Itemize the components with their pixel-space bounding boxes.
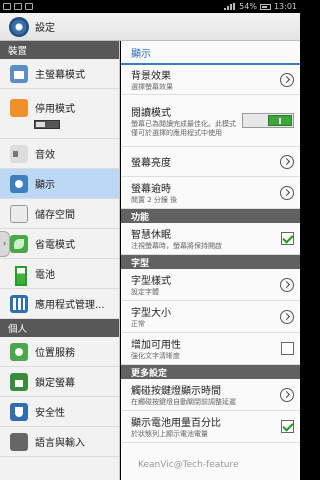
page-title: 設定 — [35, 23, 55, 34]
setting-subtitle: 正常 — [131, 320, 145, 328]
menu-item-language[interactable]: 語言與輸入 — [0, 427, 119, 457]
setting-title: 字型大小 — [131, 308, 171, 319]
chevron-right-icon — [280, 309, 294, 324]
chevron-right-icon — [280, 185, 294, 200]
notification-icon — [3, 3, 11, 10]
menu-item-label: 應用程式管理... — [35, 300, 105, 311]
setting-font-style[interactable]: 字型樣式 設定字體 — [121, 269, 300, 301]
section-header-personal: 個人 — [0, 319, 119, 337]
chevron-right-icon: › — [2, 239, 7, 249]
smart-stay-checkbox[interactable] — [281, 232, 294, 245]
setting-title: 智慧休眠 — [131, 230, 171, 241]
setting-title: 增加可用性 — [131, 340, 181, 351]
power-saving-icon — [10, 98, 28, 117]
battery-icon — [10, 265, 28, 286]
setting-subtitle: 閒置 2 分鐘 後 — [131, 196, 178, 204]
menu-item-display[interactable]: 顯示 — [0, 169, 119, 199]
setting-brightness[interactable]: 螢幕亮度 — [121, 147, 300, 177]
watermark: KeanVic@Tech-feature — [138, 460, 239, 470]
settings-category-list: 裝置 主螢幕模式 停用模式 音效 顯示 儲存空間 省電模式 電池 應用程式管理.… — [0, 41, 120, 480]
setting-smart-stay[interactable]: 智慧休眠 注視螢幕時，螢幕將保持開啟 — [121, 223, 300, 255]
menu-item-lock-screen[interactable]: 鎖定螢幕 — [0, 367, 119, 397]
panel-title: 顯示 — [121, 41, 300, 65]
menu-item-location[interactable]: 位置服務 — [0, 337, 119, 367]
chevron-right-icon — [280, 72, 294, 87]
section-header-function: 功能 — [121, 209, 300, 223]
settings-gear-icon[interactable] — [9, 16, 29, 37]
menu-item-label: 電池 — [35, 270, 55, 281]
menu-item-security[interactable]: 安全性 — [0, 397, 119, 427]
display-icon — [10, 174, 28, 193]
setting-subtitle: 設定字體 — [131, 288, 159, 296]
menu-item-label: 省電模式 — [35, 240, 75, 251]
menu-item-label: 語言與輸入 — [35, 438, 85, 449]
clock: 13:01 — [273, 2, 297, 11]
chevron-right-icon — [280, 387, 294, 402]
setting-battery-percentage[interactable]: 顯示電池用量百分比 於狀態列上顯示電池電量 — [121, 411, 300, 443]
panel-expand-handle[interactable]: › — [0, 231, 10, 257]
blocking-mode-toggle[interactable] — [34, 119, 60, 129]
legibility-checkbox[interactable] — [281, 342, 294, 355]
setting-subtitle: 於狀態列上顯示電池電量 — [131, 430, 208, 438]
location-icon — [10, 342, 28, 361]
leaf-icon — [10, 234, 28, 253]
setting-title: 螢幕亮度 — [131, 158, 171, 169]
setting-title: 背景效果 — [131, 71, 171, 82]
setting-subtitle: 在觸碰按鍵燈自動關閉前調整延遲 — [131, 398, 236, 406]
display-settings-panel: 顯示 背景效果 選擇螢幕效果 閱讀模式 螢幕已為閱讀完成最佳化。此模式僅可於選擇… — [121, 41, 300, 480]
menu-item-label: 位置服務 — [35, 348, 75, 359]
action-bar: 設定 — [0, 13, 300, 41]
toggle-knob — [268, 115, 292, 126]
menu-item-label: 鎖定螢幕 — [35, 378, 75, 389]
menu-item-battery[interactable]: 電池 — [0, 259, 119, 289]
setting-title: 觸碰按鍵燈顯示時間 — [131, 386, 221, 397]
setting-font-size[interactable]: 字型大小 正常 — [121, 301, 300, 333]
menu-item-label: 安全性 — [35, 408, 65, 419]
setting-subtitle: 螢幕已為閱讀完成最佳化。此模式僅可於選擇的應用程式中使用 — [131, 119, 236, 137]
setting-title: 螢幕逾時 — [131, 184, 171, 195]
setting-title: 顯示電池用量百分比 — [131, 418, 221, 429]
lock-icon — [10, 372, 28, 391]
menu-item-eco-mode[interactable]: 省電模式 — [0, 229, 119, 259]
speaker-icon — [10, 144, 28, 163]
setting-reading-mode[interactable]: 閱讀模式 螢幕已為閱讀完成最佳化。此模式僅可於選擇的應用程式中使用 — [121, 95, 300, 147]
status-bar: 54% 13:01 — [0, 0, 300, 13]
setting-screen-timeout[interactable]: 螢幕逾時 閒置 2 分鐘 後 — [121, 177, 300, 209]
setting-subtitle: 強化文字清晰度 — [131, 352, 180, 360]
menu-item-sound[interactable]: 音效 — [0, 139, 119, 169]
home-icon — [10, 64, 28, 83]
menu-item-label: 儲存空間 — [35, 210, 75, 221]
menu-item-label: 停用模式 — [35, 104, 75, 115]
language-icon — [10, 432, 28, 451]
reading-mode-toggle[interactable] — [242, 113, 294, 128]
setting-background-effect[interactable]: 背景效果 選擇螢幕效果 — [121, 65, 300, 95]
menu-item-home-mode[interactable]: 主螢幕模式 — [0, 59, 119, 89]
menu-item-storage[interactable]: 儲存空間 — [0, 199, 119, 229]
notification-icon — [14, 3, 22, 10]
chevron-right-icon — [280, 277, 294, 292]
section-header-more: 更多設定 — [121, 365, 300, 379]
setting-subtitle: 注視螢幕時，螢幕將保持開啟 — [131, 242, 222, 250]
apps-grid-icon — [10, 294, 28, 313]
notification-icon — [25, 3, 33, 10]
storage-icon — [10, 204, 28, 223]
menu-item-label: 音效 — [35, 150, 55, 161]
chevron-right-icon — [280, 154, 294, 169]
battery-percent: 54% — [239, 2, 257, 11]
signal-icon — [224, 3, 236, 10]
setting-title: 字型樣式 — [131, 276, 171, 287]
section-header-font: 字型 — [121, 255, 300, 269]
menu-item-blocking-mode[interactable]: 停用模式 — [0, 89, 119, 139]
battery-icon — [259, 3, 271, 10]
setting-touch-key-light[interactable]: 觸碰按鍵燈顯示時間 在觸碰按鍵燈自動關閉前調整延遲 — [121, 379, 300, 411]
setting-subtitle: 選擇螢幕效果 — [131, 83, 173, 91]
setting-title: 閱讀模式 — [131, 107, 171, 119]
battery-percentage-checkbox[interactable] — [281, 420, 294, 433]
section-header-device: 裝置 — [0, 41, 119, 59]
menu-item-label: 主螢幕模式 — [35, 70, 85, 81]
menu-item-label: 顯示 — [35, 180, 55, 191]
menu-item-app-manager[interactable]: 應用程式管理... — [0, 289, 119, 319]
shield-icon — [10, 402, 28, 421]
setting-increase-legibility[interactable]: 增加可用性 強化文字清晰度 — [121, 333, 300, 365]
